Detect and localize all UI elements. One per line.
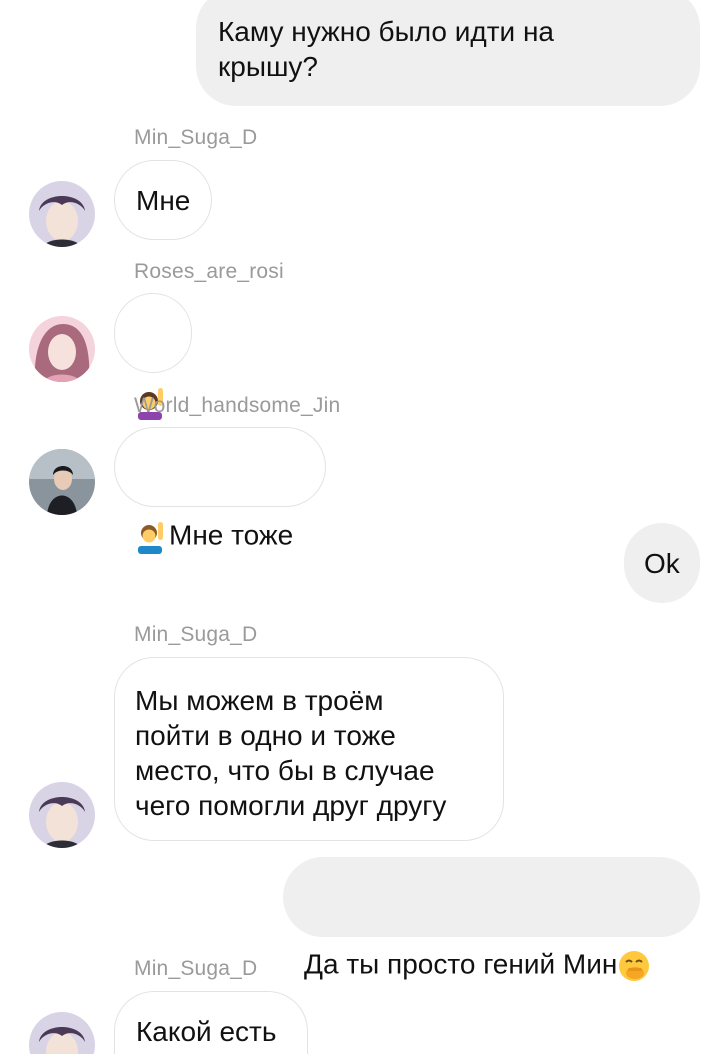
- man-raising-hand-emoji: [135, 485, 169, 589]
- incoming-message-bubble[interactable]: Какой есть: [114, 991, 308, 1054]
- sender-name: Min_Suga_D: [134, 126, 258, 149]
- avatar[interactable]: [29, 782, 95, 848]
- incoming-message-bubble[interactable]: Мне тоже: [114, 427, 326, 554]
- avatar[interactable]: [29, 449, 95, 515]
- avatar[interactable]: [29, 181, 95, 247]
- sender-name: Min_Suga_D: [134, 957, 258, 980]
- message-text: Да ты просто гений Мин: [304, 948, 618, 980]
- sender-name: Min_Suga_D: [134, 623, 258, 646]
- outgoing-message-bubble[interactable]: Ok: [624, 523, 700, 603]
- face-with-hand-over-mouth-emoji: [617, 914, 651, 1018]
- incoming-message-bubble[interactable]: Мы можем в троём пойти в одно и тоже мес…: [114, 657, 504, 841]
- outgoing-message-bubble[interactable]: Каму нужно было идти на крышу?: [196, 0, 700, 106]
- incoming-message-bubble[interactable]: [114, 293, 192, 420]
- avatar[interactable]: [29, 316, 95, 382]
- chat-thread[interactable]: Каму нужно было идти на крышу? Min_Suga_…: [0, 0, 720, 1054]
- outgoing-message-bubble[interactable]: Да ты просто гений Мин: [283, 857, 700, 981]
- sender-name: World_handsome_Jin: [134, 394, 341, 417]
- sender-name: Roses_are_rosi: [134, 260, 284, 283]
- incoming-message-bubble[interactable]: Мне: [114, 160, 212, 240]
- message-text: Мне тоже: [169, 519, 294, 551]
- avatar[interactable]: [29, 1012, 95, 1054]
